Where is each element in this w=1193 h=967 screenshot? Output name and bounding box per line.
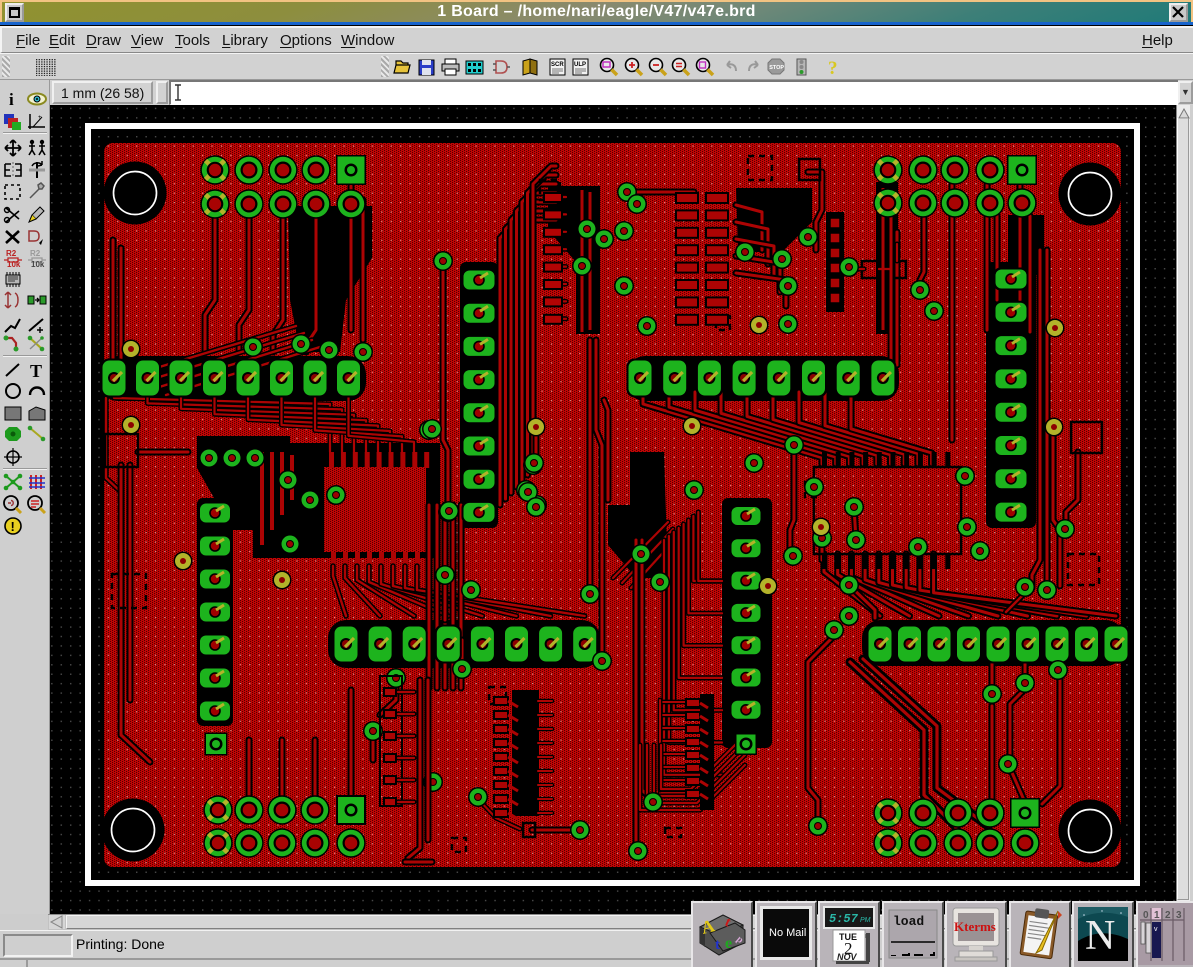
svg-text:2: 2: [1165, 910, 1171, 921]
svg-text:3: 3: [1176, 910, 1182, 921]
svg-text:Kterms: Kterms: [954, 919, 996, 934]
svg-text:T: T: [30, 361, 42, 380]
svg-text:1: 1: [1154, 910, 1160, 921]
svg-text:PM: PM: [860, 917, 871, 924]
svg-text:STOP: STOP: [769, 65, 784, 71]
svg-text:i: i: [9, 90, 14, 109]
svg-text:v: v: [1154, 926, 1158, 933]
svg-text:+: +: [38, 115, 42, 121]
svg-text:ULP: ULP: [574, 62, 586, 68]
svg-text:0: 0: [1143, 910, 1149, 921]
svg-text:e: e: [725, 935, 732, 952]
svg-text:SCR: SCR: [551, 62, 564, 68]
svg-text:R2: R2: [30, 249, 41, 258]
svg-text:?: ?: [828, 58, 838, 77]
svg-text:NOV: NOV: [837, 952, 858, 962]
svg-text:t: t: [715, 937, 720, 953]
svg-text:No Mail: No Mail: [769, 927, 806, 939]
svg-text:N: N: [1085, 913, 1115, 959]
svg-text:10k: 10k: [7, 260, 21, 268]
svg-text:load: load: [893, 914, 924, 929]
svg-text:R2: R2: [6, 249, 17, 258]
svg-text:!: !: [11, 519, 15, 534]
svg-text:10k: 10k: [31, 260, 45, 268]
svg-text:5:57: 5:57: [829, 912, 859, 926]
